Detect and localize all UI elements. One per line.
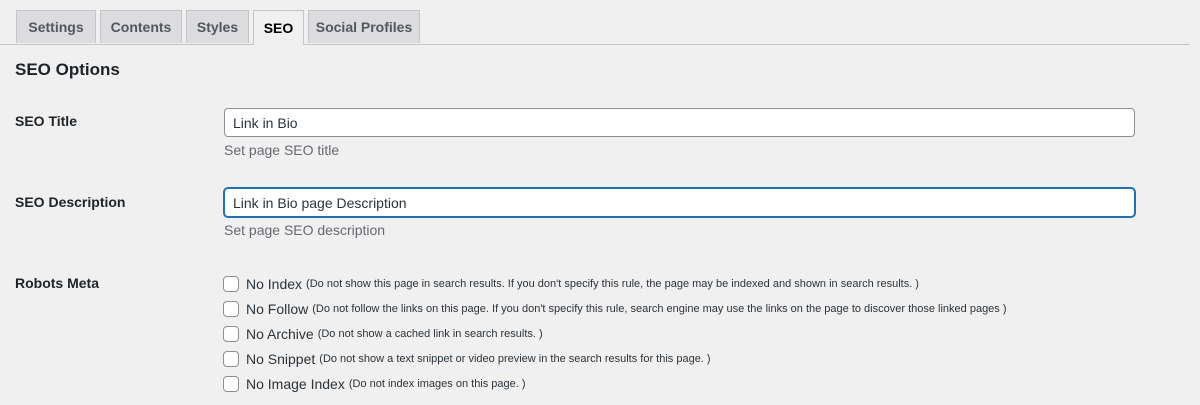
no-image-index-hint: (Do not index images on this page. )	[348, 378, 526, 390]
no-archive-checkbox[interactable]	[223, 326, 239, 342]
robots-option-no-follow: No Follow (Do not follow the links on th…	[223, 300, 1007, 318]
robots-option-no-archive: No Archive (Do not show a cached link in…	[223, 325, 543, 343]
seo-description-help: Set page SEO description	[224, 222, 386, 238]
no-archive-label[interactable]: No Archive	[246, 326, 314, 342]
tab-bar: Settings Contents Styles SEO Social Prof…	[0, 0, 1190, 45]
tab-settings[interactable]: Settings	[16, 10, 96, 43]
tab-contents[interactable]: Contents	[100, 10, 182, 43]
no-snippet-label[interactable]: No Snippet	[246, 351, 315, 367]
no-image-index-checkbox[interactable]	[223, 376, 239, 392]
no-index-label[interactable]: No Index	[246, 276, 302, 292]
robots-option-no-snippet: No Snippet (Do not show a text snippet o…	[223, 350, 711, 368]
robots-option-no-index: No Index (Do not show this page in searc…	[223, 275, 919, 293]
tab-social-profiles[interactable]: Social Profiles	[308, 10, 420, 43]
no-snippet-checkbox[interactable]	[223, 351, 239, 367]
seo-title-description: Set page SEO title	[224, 142, 340, 158]
no-index-checkbox[interactable]	[223, 276, 239, 292]
no-archive-hint: (Do not show a cached link in search res…	[317, 328, 543, 340]
seo-description-input[interactable]	[224, 188, 1135, 217]
seo-description-label: SEO Description	[15, 194, 126, 210]
seo-title-input[interactable]	[224, 108, 1135, 137]
no-index-hint: (Do not show this page in search results…	[306, 278, 919, 290]
no-follow-checkbox[interactable]	[223, 301, 239, 317]
no-follow-hint: (Do not follow the links on this page. I…	[312, 303, 1007, 315]
tab-styles[interactable]: Styles	[186, 10, 249, 43]
no-image-index-label[interactable]: No Image Index	[246, 376, 345, 392]
robots-option-no-image-index: No Image Index (Do not index images on t…	[223, 375, 526, 393]
no-follow-label[interactable]: No Follow	[246, 301, 308, 317]
seo-title-label: SEO Title	[15, 113, 77, 129]
section-title: SEO Options	[15, 60, 120, 79]
tab-seo[interactable]: SEO	[253, 10, 304, 45]
no-snippet-hint: (Do not show a text snippet or video pre…	[319, 353, 711, 365]
robots-meta-label: Robots Meta	[15, 275, 99, 291]
